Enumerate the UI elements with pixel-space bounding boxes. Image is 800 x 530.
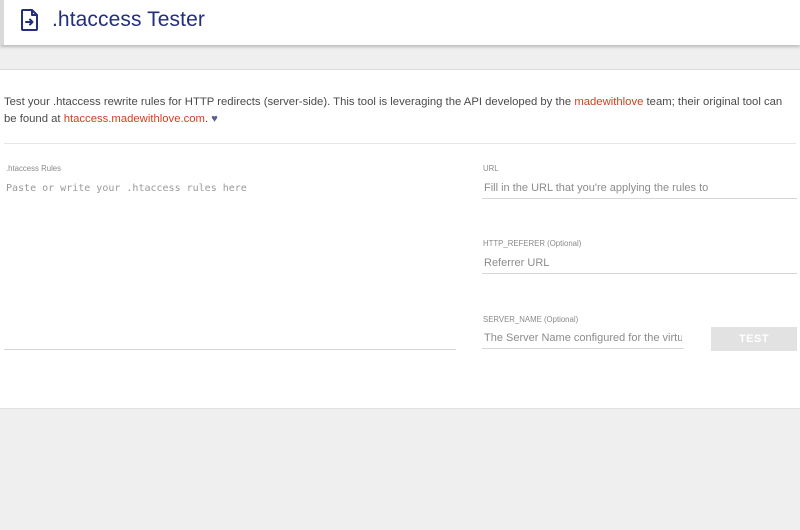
- file-arrow-icon: [21, 9, 38, 31]
- server-name-label: SERVER_NAME (Optional): [483, 315, 579, 324]
- htaccess-madewithlove-link[interactable]: htaccess.madewithlove.com: [64, 113, 205, 125]
- intro-text: Test your .htaccess rewrite rules for HT…: [4, 94, 796, 127]
- server-name-input[interactable]: [482, 327, 684, 349]
- referer-input[interactable]: [482, 252, 797, 274]
- url-label: URL: [483, 164, 499, 173]
- page-title: .htaccess Tester: [52, 8, 205, 31]
- referer-label: HTTP_REFERER (Optional): [483, 239, 582, 248]
- intro-part-1: Test your .htaccess rewrite rules for HT…: [4, 96, 575, 108]
- htaccess-rules-textarea[interactable]: [4, 180, 456, 350]
- heart-icon: ♥: [211, 112, 218, 125]
- section-divider: [4, 143, 796, 144]
- intro-part-3: .: [204, 112, 209, 125]
- test-button[interactable]: TEST: [711, 327, 797, 351]
- page-header: .htaccess Tester: [0, 0, 800, 45]
- madewithlove-link[interactable]: madewithlove: [574, 96, 643, 108]
- tester-panel: Test your .htaccess rewrite rules for HT…: [0, 69, 800, 409]
- rules-label: .htaccess Rules: [6, 164, 62, 173]
- url-input[interactable]: [482, 177, 797, 199]
